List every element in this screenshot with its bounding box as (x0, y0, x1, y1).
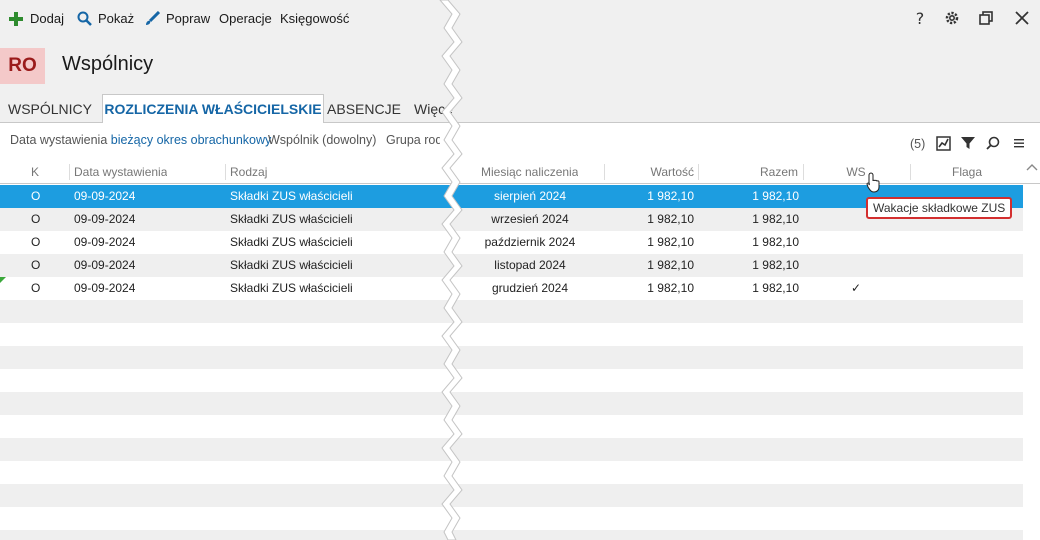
cell-total: 1 982,10 (752, 258, 799, 272)
column-header-month[interactable]: Miesiąc naliczenia (481, 160, 578, 184)
cell-total: 1 982,10 (752, 189, 799, 203)
cell-value: 1 982,10 (647, 235, 694, 249)
search-icon (76, 11, 92, 27)
group-filter[interactable]: Grupa rodz (386, 133, 440, 147)
filter-icon[interactable] (959, 134, 977, 152)
row-marker-icon (0, 277, 6, 283)
column-header-ws[interactable]: WS (804, 160, 908, 184)
cell-ws[interactable]: ✓ (804, 277, 908, 300)
show-label: Pokaż (98, 11, 135, 26)
edit-label: Popraw (166, 11, 211, 26)
table-row[interactable]: O 09-09-2024 Składki ZUS właścicieli lis… (0, 254, 1023, 277)
cell-k: O (31, 235, 41, 249)
restore-window-icon[interactable] (976, 8, 996, 28)
tab-more[interactable]: Więce (414, 95, 454, 123)
cell-month: sierpień 2024 (493, 189, 567, 203)
cell-ws[interactable] (804, 231, 908, 254)
cell-value: 1 982,10 (647, 189, 694, 203)
date-filter-value[interactable]: bieżący okres obrachunkowy (111, 133, 272, 147)
tooltip: Wakacje składkowe ZUS (866, 197, 1013, 219)
cell-k: O (31, 281, 41, 295)
column-header-flag[interactable]: Flaga (911, 160, 1023, 184)
hand-cursor-icon (866, 172, 880, 193)
module-badge: RO (0, 48, 45, 84)
cell-value: 1 982,10 (647, 281, 694, 295)
edit-button[interactable]: Popraw (144, 0, 210, 37)
cell-type: Składki ZUS właścicieli (230, 281, 353, 295)
cell-total: 1 982,10 (752, 281, 799, 295)
cell-issue-date: 09-09-2024 (74, 212, 136, 226)
cell-month: wrzesień 2024 (491, 212, 569, 226)
search-icon[interactable] (984, 134, 1002, 152)
partner-filter[interactable]: Wspólnik (dowolny) (268, 133, 376, 147)
app-window: Dodaj Pokaż Popraw Operacje Księgowość ? (0, 0, 1040, 540)
cell-type: Składki ZUS właścicieli (230, 189, 353, 203)
accounting-menu[interactable]: Księgowość (280, 0, 349, 37)
cell-month: listopad 2024 (494, 258, 566, 272)
cell-month: październik 2024 (484, 235, 576, 249)
cell-month: grudzień 2024 (491, 281, 569, 295)
cell-k: O (31, 189, 41, 203)
column-header-type[interactable]: Rodzaj (230, 160, 267, 184)
scroll-up-icon[interactable] (1026, 163, 1038, 175)
empty-row (0, 530, 1023, 540)
add-label: Dodaj (30, 11, 64, 26)
cell-value: 1 982,10 (647, 258, 694, 272)
plus-icon (8, 11, 24, 27)
cell-issue-date: 09-09-2024 (74, 235, 136, 249)
column-header-total[interactable]: Razem (700, 160, 798, 184)
column-separator (698, 164, 699, 180)
empty-row (0, 484, 1023, 507)
column-header-k[interactable]: K (31, 160, 39, 184)
cell-k: O (31, 212, 41, 226)
table-row[interactable]: O 09-09-2024 Składki ZUS właścicieli paź… (0, 231, 1023, 254)
cell-ws[interactable] (804, 254, 908, 277)
tab-partners[interactable]: WSPÓLNICY (0, 95, 100, 123)
operations-label: Operacje (219, 11, 272, 26)
column-separator (225, 164, 226, 180)
empty-row (0, 438, 1023, 461)
show-button[interactable]: Pokaż (76, 0, 134, 37)
cell-total: 1 982,10 (752, 212, 799, 226)
cell-issue-date: 09-09-2024 (74, 258, 136, 272)
chart-icon[interactable] (934, 134, 952, 152)
cell-total: 1 982,10 (752, 235, 799, 249)
tab-owner-settlements[interactable]: ROZLICZENIA WŁAŚCICIELSKIE (102, 94, 324, 123)
empty-row (0, 392, 1023, 415)
brush-icon (144, 11, 160, 27)
cell-issue-date: 09-09-2024 (74, 189, 136, 203)
column-separator (69, 164, 70, 180)
grid-header: K Data wystawienia Rodzaj Miesiąc nalicz… (0, 160, 1040, 184)
cell-type: Składki ZUS właścicieli (230, 235, 353, 249)
add-button[interactable]: Dodaj (8, 0, 64, 37)
tab-absences[interactable]: ABSENCJE (326, 95, 402, 123)
empty-row (0, 346, 1023, 369)
record-count: (5) (910, 137, 926, 151)
empty-row (0, 300, 1023, 323)
toolbar: Dodaj Pokaż Popraw Operacje Księgowość ? (0, 0, 1040, 37)
tab-bar: WSPÓLNICY ROZLICZENIA WŁAŚCICIELSKIE ABS… (0, 94, 1040, 123)
table-row[interactable]: O 09-09-2024 Składki ZUS właścicieli gru… (0, 277, 1023, 300)
column-header-value[interactable]: Wartość (604, 160, 694, 184)
cell-issue-date: 09-09-2024 (74, 281, 136, 295)
cell-k: O (31, 258, 41, 272)
page-title: Wspólnicy (62, 53, 154, 75)
date-filter[interactable]: Data wystawienia bieżący okres obrachunk… (10, 133, 271, 147)
operations-menu[interactable]: Operacje (219, 0, 272, 37)
cell-type: Składki ZUS właścicieli (230, 212, 353, 226)
cell-value: 1 982,10 (647, 212, 694, 226)
accounting-label: Księgowość (280, 11, 350, 26)
page-header: RO Wspólnicy (0, 37, 1040, 95)
cell-type: Składki ZUS właścicieli (230, 258, 353, 272)
date-filter-label: Data wystawienia (10, 133, 108, 147)
filter-bar: Data wystawienia bieżący okres obrachunk… (0, 123, 1040, 160)
menu-icon[interactable] (1010, 134, 1028, 152)
gear-icon[interactable] (942, 8, 962, 28)
close-icon[interactable] (1012, 8, 1032, 28)
column-header-issue-date[interactable]: Data wystawienia (74, 160, 167, 184)
help-icon[interactable]: ? (910, 8, 930, 28)
